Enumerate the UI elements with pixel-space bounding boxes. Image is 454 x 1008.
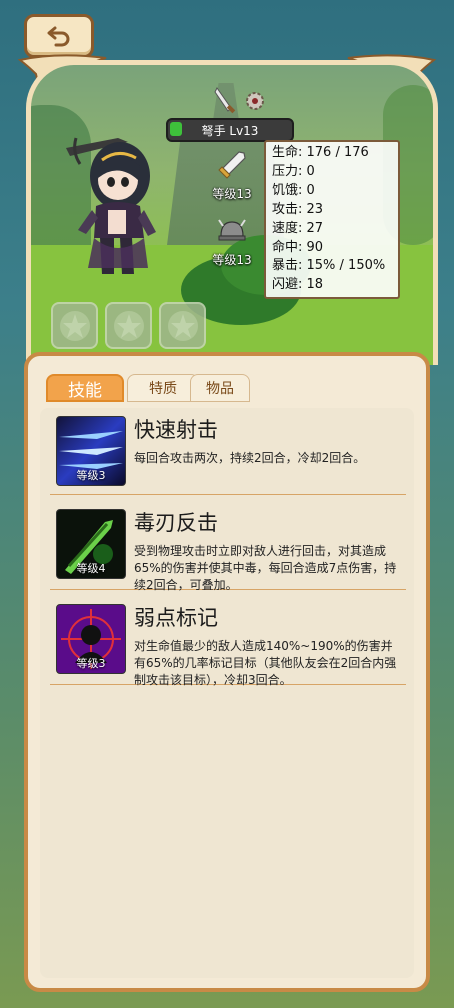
trait-slot[interactable] [159, 302, 206, 349]
stat-crit: 暴击: 15% / 150% [272, 258, 386, 274]
stat-stress: 压力: 0 [272, 163, 315, 179]
skill-item[interactable]: 等级4 毒刃反击 受到物理攻击时立即对敌人进行回击，对其造成65%的伤害并使其中… [50, 497, 406, 592]
rapid-shot-icon: 等级3 [56, 416, 126, 486]
armor-level: 等级13 [212, 253, 252, 267]
skill-item[interactable]: 等级3 快速射击 每回合攻击两次，持续2回合，冷却2回合。 [50, 404, 406, 495]
stat-accuracy: 命中: 90 [272, 239, 324, 255]
skill-level: 等级3 [76, 469, 106, 482]
skill-name: 快速射击 [134, 418, 218, 442]
gear-icon[interactable] [244, 90, 266, 112]
weapon-slot[interactable]: 等级13 [206, 150, 258, 202]
stat-hunger: 饥饿: 0 [272, 182, 315, 198]
skill-description: 受到物理攻击时立即对敌人进行回击，对其造成65%的伤害并使其中毒，每回合造成7点… [134, 544, 397, 592]
skill-name: 毒刃反击 [134, 511, 218, 535]
empty-slot-star-icon [167, 310, 198, 341]
stat-attack: 攻击: 23 [272, 201, 324, 217]
trait-slot[interactable] [51, 302, 98, 349]
dagger-icon [214, 87, 236, 114]
crossbow-archer-character [66, 137, 156, 274]
stat-speed: 速度: 27 [272, 220, 324, 236]
skill-level: 等级3 [76, 657, 106, 670]
hp-indicator [170, 122, 182, 136]
back-arrow-icon [47, 26, 70, 47]
character-name-level: 弩手 Lv13 [201, 123, 259, 138]
skill-item[interactable]: 等级3 弱点标记 对生命值最少的敌人造成140%~190%的伤害并有65%的几率… [50, 592, 406, 687]
stats-panel: 生命: 176 / 176 压力: 0 饥饿: 0 攻击: 23 速度: 27 … [264, 140, 400, 300]
stat-dodge: 闪避: 18 [272, 277, 324, 293]
tab-traits[interactable]: 特质 [127, 374, 199, 402]
empty-slot-star-icon [113, 310, 144, 341]
tab-items[interactable]: 物品 [190, 374, 250, 402]
poison-blade-icon: 等级4 [56, 509, 126, 579]
weapon-level: 等级13 [212, 187, 252, 201]
skill-name: 弱点标记 [134, 606, 218, 630]
empty-slot-star-icon [59, 310, 90, 341]
trait-slots [51, 302, 206, 349]
armor-slot[interactable]: 等级13 [206, 216, 258, 268]
sword-icon [218, 151, 246, 179]
skill-description: 每回合攻击两次，持续2回合，冷却2回合。 [134, 451, 366, 465]
weak-point-mark-icon: 等级3 [56, 604, 126, 674]
skill-level: 等级4 [76, 562, 106, 575]
trait-slot[interactable] [105, 302, 152, 349]
helmet-icon [218, 219, 246, 241]
skill-description: 对生命值最少的敌人造成140%~190%的伤害并有65%的几率标记目标（其他队友… [134, 639, 397, 687]
tab-skills[interactable]: 技能 [46, 374, 124, 402]
stat-hp: 生命: 176 / 176 [272, 145, 369, 160]
character-name-bar: 弩手 Lv13 [166, 118, 294, 142]
